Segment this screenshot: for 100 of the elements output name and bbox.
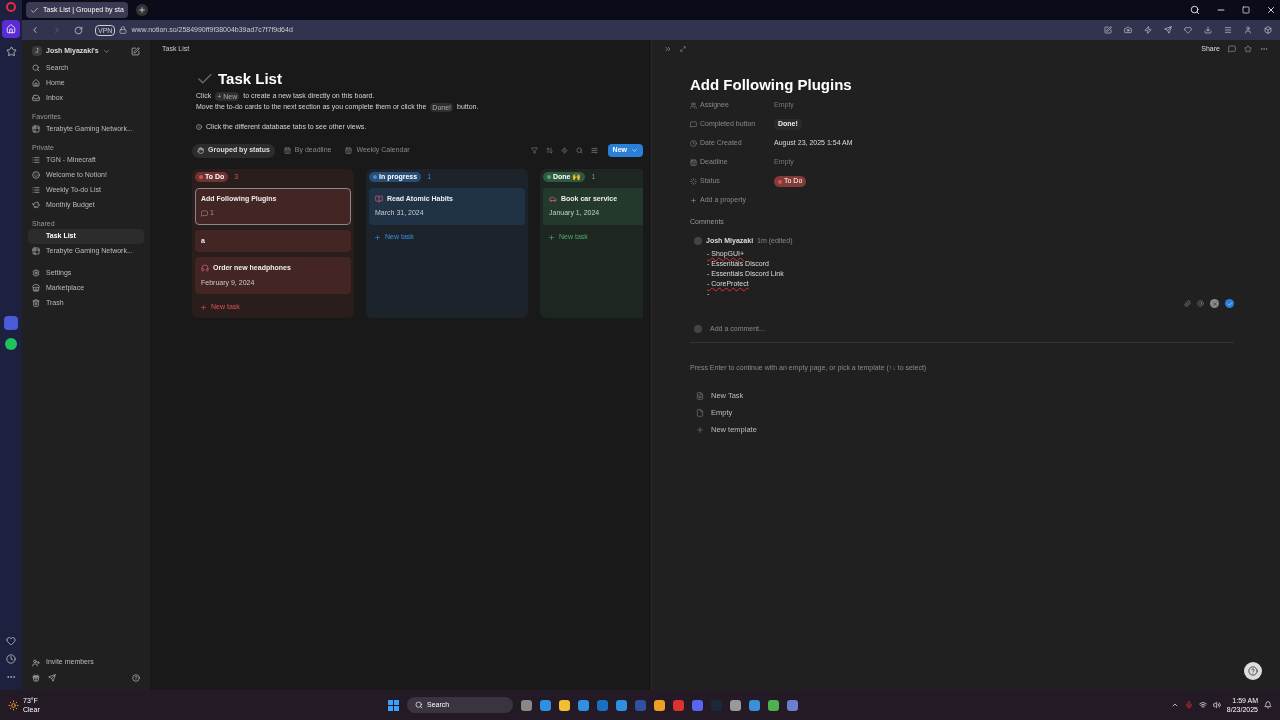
home-button[interactable] <box>2 20 20 38</box>
app-icon[interactable] <box>616 699 627 711</box>
store-icon <box>32 284 40 292</box>
help-icon <box>1248 666 1258 676</box>
camera-icon[interactable] <box>1124 26 1132 34</box>
plus-icon <box>696 426 704 434</box>
browser-logo-icon <box>6 2 16 12</box>
peek-title: Add Following Plugins <box>690 75 853 95</box>
calendar-icon <box>345 147 353 154</box>
help-button[interactable] <box>1244 662 1262 680</box>
send-icon[interactable] <box>1164 26 1172 34</box>
menu-icon[interactable] <box>1224 26 1232 34</box>
page-title: Task List <box>218 69 282 89</box>
tray-overflow-icon[interactable] <box>1170 701 1179 709</box>
lightning-icon[interactable] <box>1144 26 1152 34</box>
close-button[interactable] <box>1266 5 1276 15</box>
calendar-icon <box>690 159 697 166</box>
trash-icon <box>32 299 40 307</box>
history-button[interactable] <box>6 654 16 664</box>
star-icon <box>5 46 17 57</box>
check-icon <box>30 5 39 15</box>
table-icon <box>32 247 40 255</box>
list-icon <box>32 156 40 164</box>
plus-icon <box>374 234 381 241</box>
mention-icon[interactable] <box>1197 300 1204 307</box>
restore-button[interactable] <box>1242 6 1250 14</box>
reload-button[interactable] <box>74 25 83 35</box>
close-peek-icon[interactable] <box>664 45 672 53</box>
favorite-icon[interactable] <box>1244 45 1252 53</box>
lock-icon <box>119 26 128 34</box>
lightning-icon[interactable] <box>560 147 568 154</box>
headphones-icon <box>201 264 209 273</box>
notification-icon[interactable] <box>1264 701 1272 709</box>
home-icon <box>32 79 40 87</box>
smile-icon <box>32 171 40 179</box>
search-icon <box>415 701 423 709</box>
document-icon <box>696 392 704 400</box>
app-icon[interactable] <box>521 699 532 711</box>
expand-icon[interactable] <box>680 46 686 52</box>
sort-icon[interactable] <box>545 147 553 154</box>
app-icon[interactable] <box>730 699 741 711</box>
chevron-down-icon <box>631 147 638 154</box>
app-icon[interactable] <box>768 699 779 711</box>
search-icon <box>1190 5 1200 15</box>
cancel-button[interactable] <box>1210 299 1219 308</box>
close-icon <box>1266 5 1276 15</box>
plus-icon <box>200 303 207 311</box>
loader-icon <box>690 178 697 185</box>
app-icon[interactable] <box>540 699 551 711</box>
user-icon[interactable] <box>1244 26 1252 34</box>
heart-icon[interactable] <box>1184 26 1192 34</box>
comment-icon[interactable] <box>1228 45 1236 53</box>
forward-icon <box>52 25 62 35</box>
app-icon[interactable] <box>559 699 570 711</box>
gift-icon[interactable] <box>32 674 40 682</box>
hand-icon <box>197 147 204 154</box>
pen-icon[interactable] <box>1104 26 1112 34</box>
search-button[interactable] <box>1190 5 1200 15</box>
star-button[interactable] <box>5 46 17 57</box>
table-icon <box>32 125 40 133</box>
chevron-down-icon <box>102 47 110 55</box>
plus-icon <box>137 6 146 14</box>
reload-icon <box>74 25 83 35</box>
speech-bubble-icon <box>201 209 208 217</box>
book-icon <box>375 194 383 203</box>
app-icon[interactable] <box>5 338 17 350</box>
car-icon <box>549 194 557 203</box>
avatar-icon <box>694 236 702 245</box>
people-icon <box>690 102 697 109</box>
info-icon <box>196 124 202 130</box>
inbox-icon <box>32 94 40 102</box>
app-icon[interactable] <box>787 699 798 711</box>
close-icon <box>1211 300 1218 307</box>
app-icon[interactable] <box>749 699 760 711</box>
send-icon[interactable] <box>48 674 56 682</box>
heart-button[interactable] <box>6 636 16 646</box>
home-icon <box>6 24 16 34</box>
add-user-icon <box>32 658 40 667</box>
cube-icon[interactable] <box>1264 26 1272 34</box>
heart-icon <box>6 636 16 646</box>
sliders-icon[interactable] <box>590 147 598 154</box>
more-icon[interactable] <box>1260 45 1268 53</box>
start-icon[interactable] <box>388 699 399 711</box>
piggy-bank-icon <box>32 201 40 209</box>
list-icon <box>32 186 40 194</box>
wifi-icon <box>1198 701 1207 709</box>
submit-button[interactable] <box>1225 299 1234 308</box>
download-icon[interactable] <box>1204 26 1212 34</box>
search-icon[interactable] <box>575 147 583 154</box>
help-icon[interactable] <box>132 674 140 682</box>
app-icon[interactable] <box>654 699 665 711</box>
speech-bubble-icon <box>690 121 697 128</box>
clock-icon <box>690 140 697 147</box>
new-page-icon[interactable] <box>131 46 140 56</box>
volume-icon[interactable] <box>1212 701 1221 709</box>
back-icon <box>30 25 40 35</box>
back-button[interactable] <box>30 25 40 35</box>
new-tab-button[interactable] <box>135 4 148 16</box>
page-icon <box>696 409 704 417</box>
app-icon[interactable] <box>578 699 589 711</box>
